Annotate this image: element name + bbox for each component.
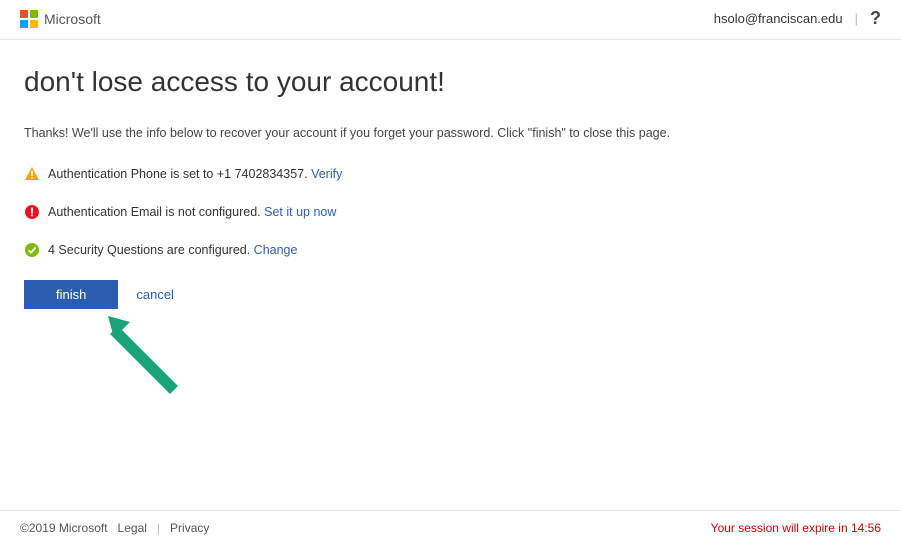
annotation-arrow-icon (100, 308, 190, 403)
session-prefix: Your session will expire in (711, 521, 851, 535)
brand: Microsoft (20, 10, 101, 28)
footer: ©2019 Microsoft Legal | Privacy Your ses… (0, 510, 901, 545)
verify-phone-link[interactable]: Verify (311, 167, 342, 181)
auth-email-row: Authentication Email is not configured. … (24, 204, 877, 220)
brand-name: Microsoft (44, 11, 101, 27)
copyright: ©2019 Microsoft (20, 521, 108, 535)
auth-phone-value: +1 7402834357 (217, 167, 304, 181)
warning-icon (24, 166, 40, 182)
microsoft-logo-icon (20, 10, 38, 28)
session-time: 14:56 (851, 521, 881, 535)
auth-phone-text: Authentication Phone is set to +1 740283… (48, 167, 342, 181)
action-bar: finish cancel (24, 280, 877, 309)
header-right: hsolo@franciscan.edu | ? (714, 8, 881, 29)
auth-email-text: Authentication Email is not configured. … (48, 205, 336, 219)
legal-link[interactable]: Legal (118, 521, 147, 535)
auth-phone-prefix: Authentication Phone is set to (48, 167, 217, 181)
security-questions-row: 4 Security Questions are configured. Cha… (24, 242, 877, 258)
success-icon (24, 242, 40, 258)
separator: | (855, 11, 858, 26)
finish-button[interactable]: finish (24, 280, 118, 309)
setup-email-link[interactable]: Set it up now (264, 205, 336, 219)
footer-left: ©2019 Microsoft Legal | Privacy (20, 521, 209, 535)
security-questions-text: 4 Security Questions are configured. Cha… (48, 243, 297, 257)
intro-text: Thanks! We'll use the info below to reco… (24, 126, 877, 140)
auth-phone-row: Authentication Phone is set to +1 740283… (24, 166, 877, 182)
separator: | (157, 521, 160, 535)
session-timer: Your session will expire in 14:56 (711, 521, 881, 535)
header: Microsoft hsolo@franciscan.edu | ? (0, 0, 901, 40)
security-questions-label: 4 Security Questions are configured. (48, 243, 254, 257)
help-icon[interactable]: ? (870, 8, 881, 29)
auth-email-label: Authentication Email is not configured. (48, 205, 264, 219)
main-content: don't lose access to your account! Thank… (0, 40, 901, 309)
page-title: don't lose access to your account! (24, 66, 877, 98)
privacy-link[interactable]: Privacy (170, 521, 209, 535)
cancel-link[interactable]: cancel (136, 287, 174, 302)
change-questions-link[interactable]: Change (254, 243, 298, 257)
error-icon (24, 204, 40, 220)
user-email: hsolo@franciscan.edu (714, 11, 843, 26)
